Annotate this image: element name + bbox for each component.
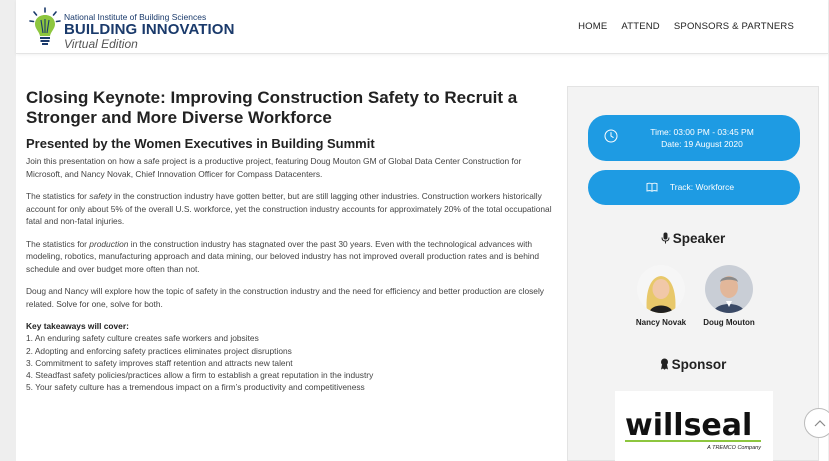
sponsor-tagline: A TREMCO Company bbox=[706, 445, 762, 451]
doug-mouton-photo bbox=[705, 265, 753, 313]
takeaway-item: 5. Your safety culture has a tremendous … bbox=[26, 382, 365, 393]
speaker-card[interactable]: Doug Mouton bbox=[696, 265, 762, 327]
speaker-name: Nancy Novak bbox=[635, 318, 687, 327]
safety-emphasis: safety bbox=[89, 191, 112, 201]
microphone-icon bbox=[661, 232, 670, 244]
page: National Institute of Building Sciences … bbox=[16, 0, 829, 461]
session-content: Closing Keynote: Improving Construction … bbox=[26, 88, 556, 394]
speaker-name: Doug Mouton bbox=[703, 318, 755, 327]
logo-event-name: BUILDING INNOVATION bbox=[64, 21, 235, 38]
session-date: Date: 19 August 2020 bbox=[661, 139, 743, 149]
nav-attend[interactable]: ATTEND bbox=[621, 21, 660, 32]
speaker-card[interactable]: Nancy Novak bbox=[628, 265, 694, 327]
scroll-to-top-button[interactable] bbox=[804, 408, 829, 438]
session-track: Track: Workforce bbox=[669, 182, 735, 192]
logo-text: National Institute of Building Sciences … bbox=[64, 12, 235, 51]
takeaway-item: 3. Commitment to safety improves staff r… bbox=[26, 357, 293, 368]
sponsor-heading-label: Sponsor bbox=[671, 357, 727, 372]
production-emphasis: production bbox=[89, 238, 129, 249]
page-title: Closing Keynote: Improving Construction … bbox=[26, 88, 518, 127]
takeaway-item: 1. An enduring safety culture creates sa… bbox=[26, 333, 259, 344]
sponsor-logo-text: willseal bbox=[625, 408, 752, 443]
avatar bbox=[705, 265, 753, 313]
summary-paragraph: Doug and Nancy will explore how the topi… bbox=[26, 286, 544, 309]
session-sidebar: Time: 03:00 PM - 03:45 PM Date: 19 Augus… bbox=[567, 86, 819, 461]
sponsor-heading: Sponsor bbox=[568, 357, 818, 372]
nancy-novak-photo bbox=[637, 265, 685, 313]
intro-paragraph: Join this presentation on how a safe pro… bbox=[26, 156, 522, 179]
takeaway-item: 4. Steadfast safety policies/practices a… bbox=[26, 370, 374, 381]
logo-edition: Virtual Edition bbox=[64, 37, 138, 51]
safety-paragraph: The statistics for safety in the constru… bbox=[26, 190, 556, 228]
avatar bbox=[637, 265, 685, 313]
lightbulb-logo-icon bbox=[29, 7, 61, 45]
takeaways-heading: Key takeaways will cover: bbox=[26, 321, 129, 331]
session-time: Time: 03:00 PM - 03:45 PM bbox=[650, 127, 754, 137]
site-logo[interactable]: National Institute of Building Sciences … bbox=[28, 6, 238, 51]
nav-home[interactable]: HOME bbox=[578, 21, 607, 32]
sponsor-logo-wordmark: willseal bbox=[625, 408, 752, 443]
top-nav: HOME ATTEND SPONSORS & PARTNERS bbox=[578, 21, 794, 32]
speaker-heading: Speaker bbox=[568, 231, 818, 246]
session-subtitle: Presented by the Women Executives in Bui… bbox=[26, 136, 375, 151]
award-icon bbox=[660, 358, 668, 370]
production-paragraph-start: The statistics for bbox=[26, 238, 90, 249]
sponsor-logo-willseal[interactable]: willseal A TREMCO Company bbox=[615, 391, 773, 461]
safety-paragraph-start: The statistics for bbox=[26, 191, 90, 201]
site-header: National Institute of Building Sciences … bbox=[16, 0, 828, 54]
time-button[interactable]: Time: 03:00 PM - 03:45 PM Date: 19 Augus… bbox=[588, 115, 800, 161]
production-paragraph: The statistics for production in the con… bbox=[26, 238, 556, 276]
key-takeaways: Key takeaways will cover: 1. An enduring… bbox=[26, 320, 556, 394]
speaker-heading-label: Speaker bbox=[672, 231, 726, 246]
chevron-up-icon bbox=[814, 420, 826, 427]
nav-sponsors-partners[interactable]: SPONSORS & PARTNERS bbox=[674, 21, 794, 32]
takeaway-item: 2. Adopting and enforcing safety practic… bbox=[26, 345, 292, 356]
track-button[interactable]: Track: Workforce bbox=[588, 170, 800, 205]
willseal-logo-icon: willseal A TREMCO Company bbox=[625, 408, 762, 451]
time-text: Time: 03:00 PM - 03:45 PM Date: 19 Augus… bbox=[588, 126, 800, 150]
